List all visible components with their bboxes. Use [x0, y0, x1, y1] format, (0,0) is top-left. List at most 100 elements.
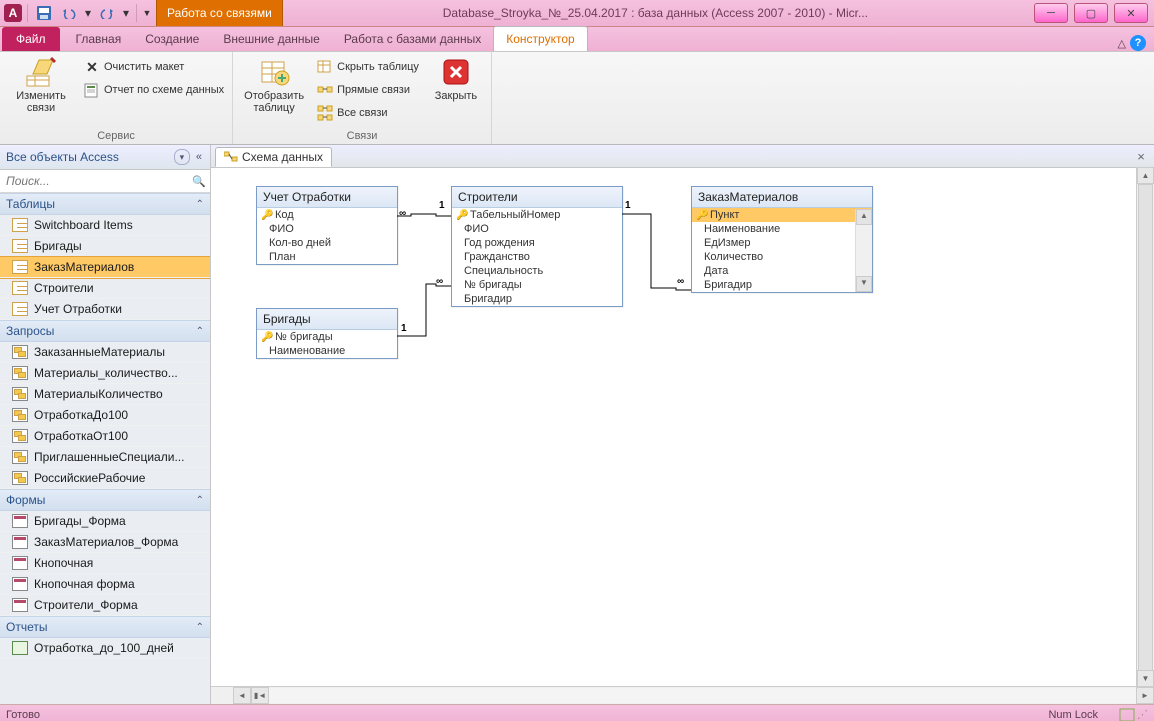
entity-header[interactable]: Строители: [452, 187, 622, 208]
clear-layout-button[interactable]: ✕Очистить макет: [80, 56, 228, 78]
entity-zakaz-materialov[interactable]: ЗаказМатериалов 🔑Пункт Наименование ЕдИз…: [691, 186, 873, 293]
edit-relationships-button[interactable]: Изменить связи: [4, 54, 78, 116]
nav-item[interactable]: РоссийскиеРабочие: [0, 468, 210, 489]
nav-pane-collapse-icon[interactable]: «: [194, 151, 204, 163]
all-relationships-button[interactable]: Все связи: [313, 102, 423, 124]
nav-item-label: ПриглашенныеСпециали...: [34, 450, 184, 464]
entity-header[interactable]: ЗаказМатериалов: [692, 187, 872, 208]
nav-item[interactable]: Строители: [0, 278, 210, 299]
scroll-down-icon[interactable]: ▼: [1137, 670, 1154, 687]
all-rel-icon: [317, 105, 333, 121]
close-window-button[interactable]: ✕: [1114, 3, 1148, 23]
entity-header[interactable]: Бригады: [257, 309, 397, 330]
view-icon[interactable]: [1119, 708, 1135, 721]
close-button[interactable]: Закрыть: [425, 54, 487, 104]
nav-item[interactable]: Бригады: [0, 236, 210, 257]
nav-pane-dropdown-icon[interactable]: ▾: [174, 149, 190, 165]
resize-grip-icon[interactable]: ⋰: [1137, 708, 1148, 721]
nav-item-label: ЗаказМатериалов_Форма: [34, 535, 178, 549]
nav-item-label: ОтработкаДо100: [34, 408, 128, 422]
nav-item[interactable]: Отработка_до_100_дней: [0, 638, 210, 659]
relationship-canvas[interactable]: Учет Отработки 🔑Код ФИО Кол-во дней План…: [211, 168, 1137, 686]
entity-scrollbar[interactable]: ▲▼: [855, 209, 872, 292]
tab-file[interactable]: Файл: [2, 27, 60, 51]
form-icon: [12, 535, 28, 549]
nav-item[interactable]: Строители_Форма: [0, 595, 210, 616]
app-icon[interactable]: A: [4, 4, 22, 22]
scroll-right-icon[interactable]: ►: [1136, 687, 1154, 704]
document-tabs: Схема данных ×: [211, 145, 1154, 168]
nav-body[interactable]: Таблицы⌃ Switchboard Items Бригады ЗаказМа…: [0, 193, 210, 704]
nav-item-label: Бригады: [34, 239, 82, 253]
direct-relationships-button[interactable]: Прямые связи: [313, 79, 423, 101]
nav-category-forms[interactable]: Формы⌃: [0, 489, 210, 511]
entity-stroiteli[interactable]: Строители 🔑ТабельныйНомер ФИО Год рожден…: [451, 186, 623, 307]
cardinality-label: 1: [625, 200, 631, 211]
horizontal-scrollbar[interactable]: ◄ ▮◄ ►: [211, 686, 1154, 704]
nav-pane-header[interactable]: Все объекты Access ▾«: [0, 145, 210, 170]
nav-item[interactable]: ЗаказанныеМатериалы: [0, 342, 210, 363]
scroll-left-start-icon[interactable]: ▮◄: [251, 687, 269, 704]
qat-customize[interactable]: ▼: [142, 2, 152, 24]
tab-external-data[interactable]: Внешние данные: [211, 27, 332, 51]
nav-category-reports[interactable]: Отчеты⌃: [0, 616, 210, 638]
vertical-scrollbar[interactable]: ▲ ▼: [1136, 167, 1154, 687]
nav-item[interactable]: ЗаказМатериалов_Форма: [0, 532, 210, 553]
quick-access-toolbar: A ▾ ▾ ▼: [0, 0, 156, 26]
maximize-button[interactable]: ▢: [1074, 3, 1108, 23]
help-icon[interactable]: ?: [1130, 35, 1146, 51]
nav-item[interactable]: МатериалыКоличество: [0, 384, 210, 405]
nav-item[interactable]: ПриглашенныеСпециали...: [0, 447, 210, 468]
search-icon[interactable]: 🔍: [192, 175, 206, 188]
nav-item-label: Материалы_количество...: [34, 366, 178, 380]
minimize-button[interactable]: ─: [1034, 3, 1068, 23]
tab-home[interactable]: Главная: [64, 27, 134, 51]
nav-category-queries[interactable]: Запросы⌃: [0, 320, 210, 342]
key-icon: 🔑: [456, 210, 466, 221]
scroll-left-icon[interactable]: ◄: [233, 687, 251, 704]
nav-category-tables[interactable]: Таблицы⌃: [0, 193, 210, 215]
nav-item[interactable]: Бригады_Форма: [0, 511, 210, 532]
nav-item-label: ЗаказанныеМатериалы: [34, 345, 165, 359]
chevron-up-icon: ⌃: [196, 199, 204, 210]
undo-button[interactable]: [58, 2, 80, 24]
hide-table-button[interactable]: Скрыть таблицу: [313, 56, 423, 78]
show-table-button[interactable]: Отобразить таблицу: [237, 54, 311, 116]
show-table-icon: [258, 56, 290, 88]
nav-item[interactable]: ЗаказМатериалов: [0, 257, 210, 278]
cardinality-label: 1: [401, 323, 407, 334]
key-icon: 🔑: [696, 210, 706, 221]
work-area: Схема данных × Учет Отработки 🔑Код ФИО К…: [211, 145, 1154, 704]
relationship-report-button[interactable]: Отчет по схеме данных: [80, 79, 228, 101]
table-icon: [12, 260, 28, 274]
redo-button[interactable]: [96, 2, 118, 24]
direct-rel-icon: [317, 82, 333, 98]
tab-create[interactable]: Создание: [133, 27, 211, 51]
tab-database-tools[interactable]: Работа с базами данных: [332, 27, 493, 51]
query-icon: [12, 408, 28, 422]
nav-item[interactable]: Материалы_количество...: [0, 363, 210, 384]
save-button[interactable]: [33, 2, 55, 24]
entity-brigady[interactable]: Бригады 🔑№ бригады Наименование: [256, 308, 398, 359]
minimize-ribbon-icon[interactable]: △: [1118, 37, 1126, 50]
nav-item[interactable]: ОтработкаДо100: [0, 405, 210, 426]
query-icon: [12, 387, 28, 401]
redo-dropdown[interactable]: ▾: [121, 2, 131, 24]
nav-item[interactable]: Учет Отработки: [0, 299, 210, 320]
cardinality-label: ∞: [677, 276, 684, 287]
form-icon: [12, 556, 28, 570]
nav-item[interactable]: Кнопочная форма: [0, 574, 210, 595]
nav-item[interactable]: Кнопочная: [0, 553, 210, 574]
tab-design[interactable]: Конструктор: [493, 26, 587, 51]
search-input[interactable]: [4, 172, 192, 190]
cardinality-label: 1: [439, 200, 445, 211]
clear-layout-icon: ✕: [84, 59, 100, 75]
scroll-up-icon[interactable]: ▲: [1137, 167, 1154, 184]
nav-item[interactable]: ОтработкаОт100: [0, 426, 210, 447]
document-close-button[interactable]: ×: [1132, 147, 1150, 165]
undo-dropdown[interactable]: ▾: [83, 2, 93, 24]
nav-item[interactable]: Switchboard Items: [0, 215, 210, 236]
document-tab[interactable]: Схема данных: [215, 147, 332, 167]
entity-uchet-otrabotki[interactable]: Учет Отработки 🔑Код ФИО Кол-во дней План: [256, 186, 398, 265]
entity-header[interactable]: Учет Отработки: [257, 187, 397, 208]
